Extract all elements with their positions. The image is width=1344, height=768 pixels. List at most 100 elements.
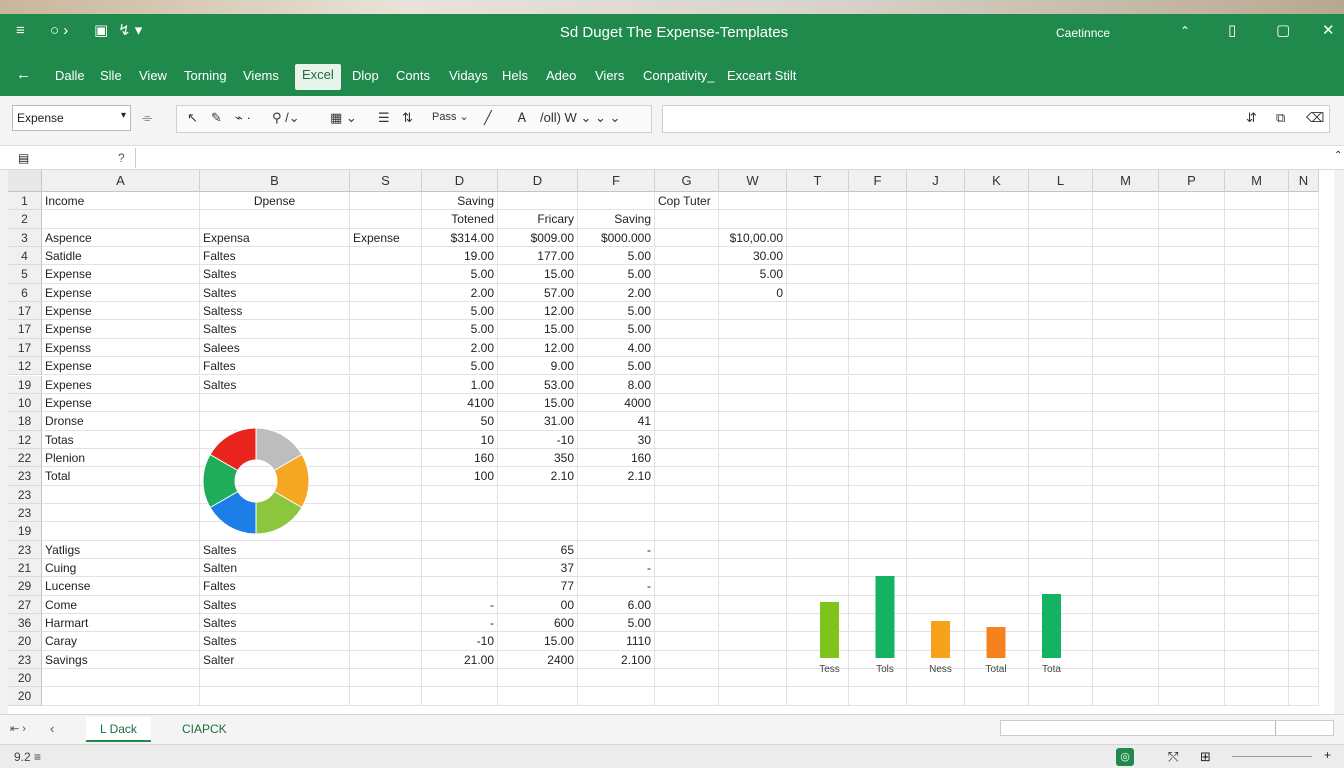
table-cell[interactable]: - [578,540,655,559]
table-cell[interactable] [849,375,907,394]
table-cell[interactable] [1029,412,1093,431]
table-cell[interactable] [719,503,787,523]
table-cell[interactable] [1289,632,1319,651]
table-cell[interactable]: 1.00 [422,375,498,394]
format-painter-icon[interactable]: ⌯ [142,110,152,126]
table-cell[interactable] [1093,210,1159,229]
table-cell[interactable]: Fricary [498,210,578,229]
table-cell[interactable] [1159,393,1225,413]
table-cell[interactable] [719,375,787,394]
table-cell[interactable] [1029,357,1093,376]
table-cell[interactable] [849,687,907,706]
table-cell[interactable] [965,302,1029,321]
table-cell[interactable] [719,448,787,468]
table-cell[interactable] [350,247,422,266]
table-cell[interactable] [1159,302,1225,321]
menu-conts[interactable]: Conts [396,68,430,83]
highlighter-icon[interactable]: ⌁ · [235,110,251,126]
column-header[interactable]: M [1225,170,1289,192]
table-cell[interactable] [719,357,787,376]
table-cell[interactable] [1289,595,1319,615]
sheet-tab-2[interactable]: CIAPCK [168,717,241,742]
table-cell[interactable] [1159,687,1225,706]
copy-icon[interactable]: ⧉ [1276,110,1285,126]
table-cell[interactable] [907,283,965,303]
table-cell[interactable]: 0 [719,283,787,303]
table-cell[interactable] [1225,503,1289,523]
table-cell[interactable]: Faltes [200,247,350,266]
table-cell[interactable] [655,467,719,486]
table-cell[interactable] [1029,503,1093,523]
column-header[interactable]: F [578,170,655,192]
table-cell[interactable]: Saltes [200,265,350,284]
table-cell[interactable] [1225,669,1289,688]
table-cell[interactable] [849,210,907,229]
table-cell[interactable] [907,338,965,358]
row-header[interactable]: 6 [8,283,42,303]
table-cell[interactable] [1225,632,1289,651]
table-cell[interactable]: Expense [42,393,200,413]
table-cell[interactable] [719,559,787,578]
table-cell[interactable] [578,669,655,688]
table-cell[interactable] [719,430,787,449]
table-cell[interactable] [422,577,498,596]
table-cell[interactable]: 15.00 [498,320,578,339]
table-cell[interactable] [1225,577,1289,596]
table-cell[interactable] [1225,687,1289,706]
table-cell[interactable] [1093,412,1159,431]
table-cell[interactable] [1093,430,1159,449]
table-cell[interactable] [1289,687,1319,706]
expand-formula-icon[interactable]: ⌃ [1334,150,1342,161]
table-cell[interactable]: Expense [42,357,200,376]
table-cell[interactable] [200,210,350,229]
table-cell[interactable] [1159,247,1225,266]
column-header[interactable]: G [655,170,719,192]
menu-conpativity[interactable]: Conpativity_ [643,68,715,83]
table-cell[interactable] [907,228,965,248]
close-icon[interactable]: ✕ [1322,14,1335,52]
table-cell[interactable]: 65 [498,540,578,559]
table-cell[interactable] [1159,503,1225,523]
table-cell[interactable] [655,650,719,670]
table-cell[interactable] [350,522,422,541]
table-cell[interactable] [1159,595,1225,615]
table-cell[interactable]: 6.00 [578,595,655,615]
table-cell[interactable] [655,522,719,541]
table-cell[interactable] [1029,228,1093,248]
table-cell[interactable] [719,650,787,670]
menu-viems[interactable]: Viems [243,68,279,83]
back-arrow-icon[interactable]: ← [16,66,31,83]
minimize-icon[interactable]: ▯ [1228,14,1236,52]
row-header[interactable]: 17 [8,320,42,339]
table-cell[interactable]: Cop Tuter [655,192,719,211]
table-cell[interactable] [1093,393,1159,413]
table-cell[interactable] [655,375,719,394]
row-header[interactable]: 17 [8,338,42,358]
menu-hels[interactable]: Hels [502,68,528,83]
table-cell[interactable] [578,687,655,706]
table-cell[interactable] [655,503,719,523]
table-cell[interactable] [1093,192,1159,211]
table-cell[interactable] [1225,375,1289,394]
table-cell[interactable] [655,540,719,559]
table-cell[interactable] [1093,632,1159,651]
column-header[interactable]: J [907,170,965,192]
table-cell[interactable]: Faltes [200,357,350,376]
table-cell[interactable] [849,503,907,523]
table-cell[interactable] [787,338,849,358]
table-cell[interactable]: Saltes [200,375,350,394]
table-cell[interactable]: Lucense [42,577,200,596]
table-cell[interactable]: Cuing [42,559,200,578]
table-cell[interactable] [907,467,965,486]
table-cell[interactable] [1029,687,1093,706]
tab-prev-icon[interactable]: ‹ [50,721,54,736]
table-cell[interactable]: 2.100 [578,650,655,670]
table-cell[interactable] [1093,375,1159,394]
table-cell[interactable] [907,302,965,321]
table-cell[interactable]: Saltes [200,632,350,651]
table-cell[interactable] [787,320,849,339]
row-header[interactable]: 23 [8,650,42,670]
text-style-icon[interactable]: Ꭺ [518,110,527,126]
table-cell[interactable] [849,393,907,413]
table-cell[interactable] [42,687,200,706]
